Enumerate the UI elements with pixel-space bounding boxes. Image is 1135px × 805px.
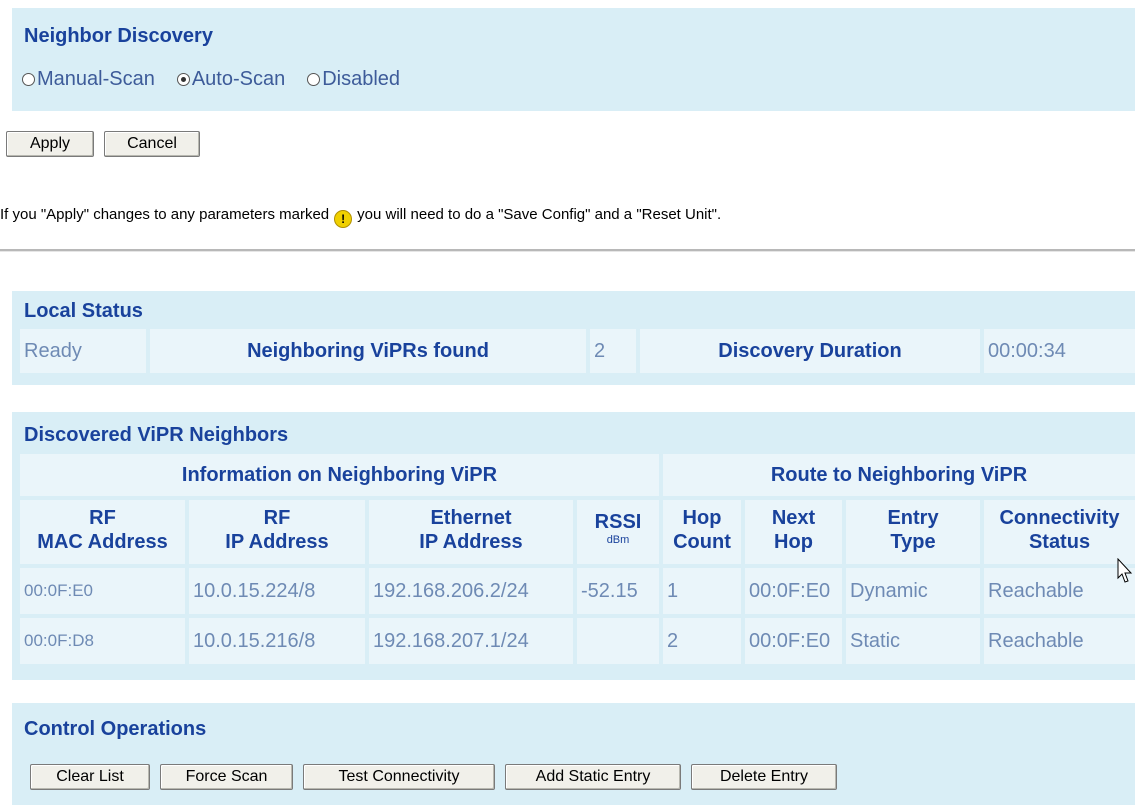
row1-rf-mac: 00:0F:E0 [20,568,185,614]
row2-rf-ip: 10.0.15.216/8 [189,618,365,664]
row1-rf-ip: 10.0.15.224/8 [189,568,365,614]
status-value: Ready [20,329,146,373]
local-status-title: Local Status [24,300,143,322]
col-header-connectivity: Connectivity Status [984,500,1135,564]
col-header-hop-count: Hop Count [663,500,741,564]
row1-entry-type: Dynamic [846,568,980,614]
row2-rssi [577,618,659,664]
control-operations-title: Control Operations [24,718,207,740]
disabled-radio[interactable]: Disabled [307,68,400,91]
neighbors-found-label: Neighboring ViPRs found [150,329,586,373]
apply-button[interactable]: Apply [6,131,94,157]
warning-icon: ! [334,210,353,228]
group-header-route: Route to Neighboring ViPR [663,454,1135,496]
cancel-button[interactable]: Cancel [104,131,200,157]
clear-list-button[interactable]: Clear List [30,764,150,790]
row2-entry-type: Static [846,618,980,664]
radio-dot-selected-icon [176,73,190,86]
auto-scan-radio[interactable]: Auto-Scan [176,68,285,91]
row2-hop-count: 2 [663,618,741,664]
row1-rssi: -52.15 [577,568,659,614]
col-header-rssi: RSSI dBm [577,500,659,564]
row2-next-hop: 00:0F:E0 [745,618,842,664]
col-header-next-hop: Next Hop [745,500,842,564]
discovery-mode-radio-group: Manual-Scan Auto-Scan Disabled [22,68,400,91]
test-connectivity-button[interactable]: Test Connectivity [303,764,495,790]
row1-connectivity: Reachable [984,568,1135,614]
row2-ethernet-ip: 192.168.207.1/24 [369,618,573,664]
force-scan-button[interactable]: Force Scan [160,764,293,790]
discovery-duration-label: Discovery Duration [640,329,980,373]
discovery-duration-value: 00:00:34 [984,329,1135,373]
row1-hop-count: 1 [663,568,741,614]
row2-connectivity: Reachable [984,618,1135,664]
group-header-info: Information on Neighboring ViPR [20,454,659,496]
manual-scan-radio[interactable]: Manual-Scan [22,68,155,91]
neighbor-discovery-title: Neighbor Discovery [24,25,213,47]
col-header-ethernet-ip: Ethernet IP Address [369,500,573,564]
note-text-before: If you "Apply" changes to any parameters… [0,205,330,223]
neighbors-found-value: 2 [590,329,636,373]
col-header-entry-type: Entry Type [846,500,980,564]
apply-note: If you "Apply" changes to any parameters… [0,205,722,228]
row1-ethernet-ip: 192.168.206.2/24 [369,568,573,614]
divider [0,249,1135,252]
radio-dot-icon [307,73,321,86]
discovered-neighbors-title: Discovered ViPR Neighbors [24,424,289,446]
mouse-cursor-icon [1117,558,1133,583]
row2-rf-mac: 00:0F:D8 [20,618,185,664]
col-header-rf-mac: RF MAC Address [20,500,185,564]
neighbor-discovery-panel: Neighbor Discovery [12,8,1135,111]
delete-entry-button[interactable]: Delete Entry [691,764,837,790]
note-text-after: you will need to do a "Save Config" and … [357,205,722,223]
add-static-entry-button[interactable]: Add Static Entry [505,764,681,790]
row1-next-hop: 00:0F:E0 [745,568,842,614]
col-header-rf-ip: RF IP Address [189,500,365,564]
radio-dot-icon [22,73,35,86]
